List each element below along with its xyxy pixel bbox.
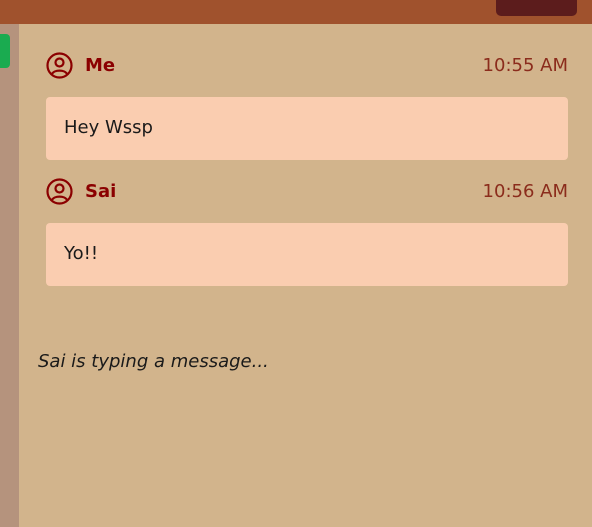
message-sender: Me (85, 55, 116, 76)
message-bubble: Yo!! (46, 223, 568, 286)
message-timestamp: 10:56 AM (482, 181, 568, 202)
message-text: Yo!! (64, 243, 99, 264)
message-bubble: Hey Wssp (46, 97, 568, 160)
message-header: Sai 10:56 AM (46, 178, 568, 206)
message-text: Hey Wssp (64, 117, 153, 138)
top-bar-button[interactable] (496, 0, 577, 16)
typing-indicator: Sai is typing a message... (38, 351, 269, 372)
side-rail-active-indicator[interactable] (0, 34, 10, 68)
message-sender: Sai (85, 181, 117, 202)
message-header: Me 10:55 AM (46, 52, 568, 80)
message-timestamp: 10:55 AM (482, 55, 568, 76)
user-circle-icon (46, 178, 73, 205)
side-rail (0, 24, 19, 527)
user-circle-icon (46, 52, 73, 79)
top-bar (0, 0, 592, 24)
